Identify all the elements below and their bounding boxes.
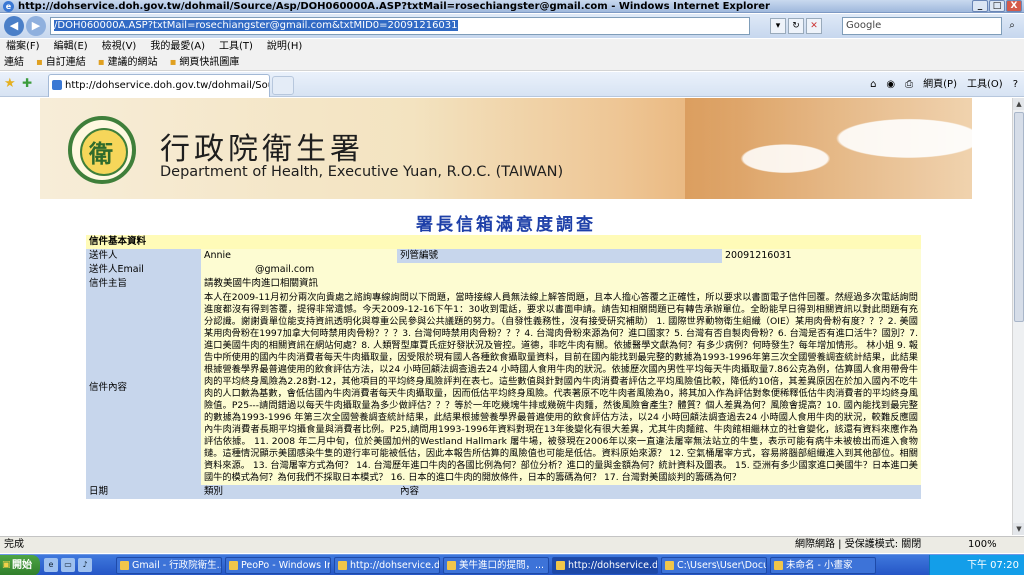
page-icon bbox=[52, 80, 62, 90]
quicklaunch-icon-3[interactable]: ♪ bbox=[78, 558, 92, 572]
menu-view[interactable]: 檢視(V) bbox=[102, 39, 137, 55]
taskbar-item-paint[interactable]: 未命名 - 小畫家 bbox=[770, 557, 876, 574]
subject-label: 信件主旨 bbox=[86, 277, 201, 291]
section-header: 信件基本資料 bbox=[86, 235, 921, 249]
doh-emblem-icon bbox=[68, 116, 136, 184]
tracking-number-value: 20091216031 bbox=[722, 249, 921, 263]
link-custom[interactable]: 自訂連結 bbox=[36, 55, 86, 70]
taskbar: 開始 e ▭ ♪ Gmail - 行政院衛生... PeoPo - Window… bbox=[0, 554, 1024, 575]
minimize-button[interactable]: _ bbox=[972, 0, 988, 12]
vertical-scrollbar[interactable]: ▲ ▼ bbox=[1012, 98, 1024, 535]
new-tab-button[interactable] bbox=[272, 76, 294, 95]
menu-edit[interactable]: 編輯(E) bbox=[54, 39, 88, 55]
home-icon[interactable]: ⌂ bbox=[870, 77, 876, 93]
sender-value: Annie bbox=[201, 249, 397, 263]
menu-bar: 檔案(F) 編輯(E) 檢視(V) 我的最愛(A) 工具(T) 說明(H) bbox=[0, 39, 1024, 55]
scroll-up-icon[interactable]: ▲ bbox=[1013, 98, 1024, 110]
clock[interactable]: 下午 07:20 bbox=[967, 560, 1019, 571]
org-name-zh: 行政院衛生署 bbox=[160, 132, 364, 167]
security-zone: 網際網路 | 受保護模式: 關閉 bbox=[795, 539, 922, 550]
menu-favorites[interactable]: 我的最愛(A) bbox=[150, 39, 205, 55]
command-bar: ⌂ ◉ ⎙ 網頁(P) 工具(O) ? bbox=[870, 77, 1018, 93]
tab-label: http://dohservice.doh.gov.tw/dohmail/Sou… bbox=[65, 80, 270, 91]
help-icon[interactable]: ? bbox=[1013, 77, 1018, 93]
tools-menu[interactable]: 工具(O) bbox=[967, 77, 1003, 93]
search-icon[interactable]: ⌕ bbox=[1003, 18, 1021, 34]
taskbar-item-gmail[interactable]: Gmail - 行政院衛生... bbox=[116, 557, 222, 574]
links-label: 連結 bbox=[4, 57, 24, 68]
site-banner: 行政院衛生署 Department of Health, Executive Y… bbox=[40, 98, 972, 199]
start-button[interactable]: 開始 bbox=[0, 555, 40, 575]
status-text: 完成 bbox=[4, 539, 24, 550]
taskbar-item-explorer[interactable]: C:\Users\User\Docume... bbox=[661, 557, 767, 574]
feeds-icon[interactable]: ◉ bbox=[886, 77, 895, 93]
print-icon[interactable]: ⎙ bbox=[905, 77, 913, 93]
close-button[interactable]: X bbox=[1006, 0, 1022, 12]
taskbar-item-doh-1[interactable]: http://dohservice.doh.g... bbox=[334, 557, 440, 574]
system-tray: 下午 07:20 bbox=[929, 555, 1024, 575]
add-favorite-icon[interactable]: ✚ bbox=[22, 76, 32, 90]
sender-label: 送件人 bbox=[86, 249, 201, 263]
email-value: @gmail.com bbox=[201, 263, 921, 277]
letter-info-table: 信件基本資料 送件人 Annie 列管編號 20091216031 送件人Ema… bbox=[86, 235, 921, 499]
email-label: 送件人Email bbox=[86, 263, 201, 277]
detail-label: 內容 bbox=[397, 485, 921, 499]
menu-help[interactable]: 說明(H) bbox=[267, 39, 302, 55]
org-name-en: Department of Health, Executive Yuan, R.… bbox=[160, 164, 564, 180]
maximize-button[interactable]: □ bbox=[989, 0, 1005, 12]
taskbar-item-peopo[interactable]: PeoPo - Windows Inte... bbox=[225, 557, 331, 574]
date-label: 日期 bbox=[86, 485, 201, 499]
scroll-down-icon[interactable]: ▼ bbox=[1013, 523, 1024, 535]
quicklaunch-icon-1[interactable]: e bbox=[44, 558, 58, 572]
search-input[interactable]: Google bbox=[842, 17, 1002, 35]
page-menu[interactable]: 網頁(P) bbox=[923, 77, 957, 93]
window-titlebar: e http://dohservice.doh.gov.tw/dohmail/S… bbox=[0, 0, 1024, 13]
link-web-slice-gallery[interactable]: 網頁快訊圖庫 bbox=[170, 55, 239, 70]
address-url: /DOH060000A.ASP?txtMail=rosechiangster@g… bbox=[54, 20, 458, 31]
content-label: 信件內容 bbox=[86, 291, 201, 485]
category-label: 類別 bbox=[201, 485, 397, 499]
refresh-icon[interactable]: ↻ bbox=[788, 18, 804, 34]
window-title: http://dohservice.doh.gov.tw/dohmail/Sou… bbox=[18, 1, 770, 12]
taskbar-item-beef[interactable]: 美牛進口的提問，... bbox=[443, 557, 549, 574]
page-title: 署長信箱滿意度調查 bbox=[416, 215, 596, 235]
quicklaunch-icon-2[interactable]: ▭ bbox=[61, 558, 75, 572]
compat-icon[interactable]: ▾ bbox=[770, 18, 786, 34]
scroll-thumb[interactable] bbox=[1014, 112, 1024, 322]
tracking-number-label: 列管編號 bbox=[397, 249, 722, 263]
tab-current[interactable]: http://dohservice.doh.gov.tw/dohmail/Sou… bbox=[48, 74, 270, 97]
status-bar: 完成 網際網路 | 受保護模式: 關閉 100% bbox=[0, 536, 1024, 553]
address-input[interactable]: /DOH060000A.ASP?txtMail=rosechiangster@g… bbox=[50, 17, 750, 35]
banner-photo bbox=[685, 98, 972, 199]
forward-arrow-icon[interactable]: ▶ bbox=[26, 16, 46, 36]
links-bar: 連結 自訂連結 建議的網站 網頁快訊圖庫 bbox=[0, 55, 1024, 71]
favorites-star-icon[interactable]: ★ bbox=[4, 76, 16, 91]
stop-icon[interactable]: ✕ bbox=[806, 18, 822, 34]
link-suggested-sites[interactable]: 建議的網站 bbox=[98, 55, 158, 70]
ie-logo-icon: e bbox=[3, 1, 14, 12]
window-controls: _ □ X bbox=[972, 0, 1022, 12]
zoom-level[interactable]: 100% bbox=[968, 537, 997, 553]
content-value: 本人在2009-11月初分兩次向貴處之諮詢專線詢問以下問題，當時接線人員無法線上… bbox=[201, 291, 921, 485]
subject-value: 請教美國牛肉進口相關資訊 bbox=[201, 277, 921, 291]
address-toolbar: ◀ ▶ /DOH060000A.ASP?txtMail=rosechiangst… bbox=[0, 14, 1024, 38]
menu-tools[interactable]: 工具(T) bbox=[219, 39, 253, 55]
tab-row: ★ ✚ http://dohservice.doh.gov.tw/dohmail… bbox=[0, 72, 1024, 97]
menu-file[interactable]: 檔案(F) bbox=[6, 39, 40, 55]
taskbar-item-doh-2[interactable]: http://dohservice.doh.g... bbox=[552, 557, 658, 574]
quick-launch: e ▭ ♪ bbox=[44, 558, 92, 572]
page-content: 行政院衛生署 Department of Health, Executive Y… bbox=[0, 98, 1012, 535]
back-arrow-icon[interactable]: ◀ bbox=[4, 16, 24, 36]
